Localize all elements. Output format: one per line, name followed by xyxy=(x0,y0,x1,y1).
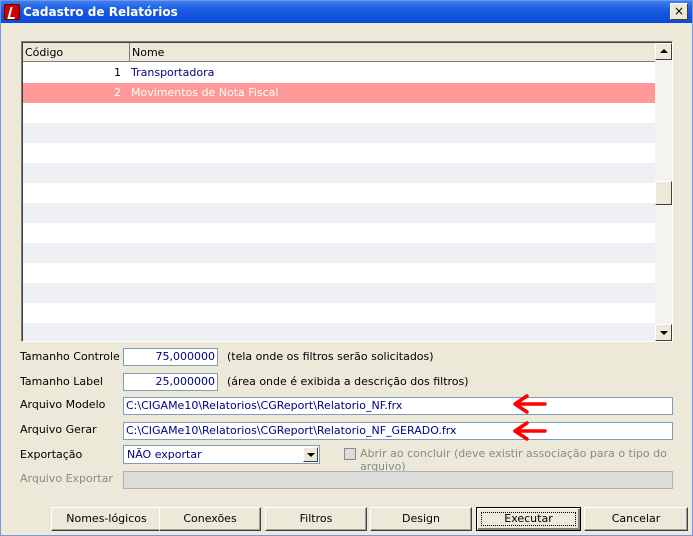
design-button[interactable]: Design xyxy=(370,507,472,531)
abrir-ao-concluir-checkbox[interactable] xyxy=(344,448,356,460)
empty-row xyxy=(23,303,657,323)
empty-row xyxy=(23,223,657,243)
annotation-arrow-modelo xyxy=(513,394,547,414)
conexoes-button-label: Conexões xyxy=(183,512,237,525)
exportacao-label: Exportação xyxy=(20,448,83,461)
empty-row xyxy=(23,263,657,283)
executar-button-label: Executar xyxy=(504,512,553,525)
reports-grid[interactable]: Código Nome 1 Transportadora 2 Movimentos d… xyxy=(21,41,673,342)
empty-row xyxy=(23,143,657,163)
arrow-down-icon xyxy=(660,331,668,335)
abrir-ao-concluir-label: Abrir ao concluir (deve existir associaç… xyxy=(360,447,667,473)
cancelar-button[interactable]: Cancelar xyxy=(584,507,688,531)
grid-header: Código Nome xyxy=(23,43,657,62)
nomes-logicos-button[interactable]: Nomes-lógicos xyxy=(51,507,162,531)
title-bar[interactable]: Cadastro de Relatórios × xyxy=(1,1,692,23)
row-nome: Movimentos de Nota Fiscal xyxy=(131,86,279,99)
arquivo-modelo-label: Arquivo Modelo xyxy=(20,398,106,411)
exportacao-selected-value: NÃO exportar xyxy=(127,448,202,461)
empty-row xyxy=(23,203,657,223)
scroll-thumb[interactable] xyxy=(655,181,672,205)
empty-row xyxy=(23,283,657,303)
column-header-nome[interactable]: Nome xyxy=(130,43,657,62)
empty-row xyxy=(23,243,657,263)
tamanho-controle-note: (tela onde os filtros serão solicitados) xyxy=(227,350,434,363)
column-header-codigo[interactable]: Código xyxy=(23,43,130,62)
filtros-button-label: Filtros xyxy=(299,512,333,525)
executar-button[interactable]: Executar xyxy=(476,507,581,531)
close-button[interactable]: × xyxy=(670,3,688,20)
tamanho-label-note: (área onde é exibida a descrição dos fil… xyxy=(227,375,469,388)
arquivo-exportar-input[interactable] xyxy=(123,471,673,489)
app-icon xyxy=(4,4,20,20)
grid-rows: 1 Transportadora 2 Movimentos de Nota Fisca… xyxy=(23,63,657,341)
annotation-arrow-gerar xyxy=(513,421,547,441)
tamanho-controle-input[interactable]: 75,000000 xyxy=(123,348,218,366)
empty-row xyxy=(23,183,657,203)
exportacao-dropdown-button[interactable] xyxy=(303,447,318,462)
tamanho-controle-label: Tamanho Controle xyxy=(20,350,120,363)
row-codigo: 1 xyxy=(114,66,121,79)
tamanho-label-label: Tamanho Label xyxy=(20,375,103,388)
exportacao-select[interactable]: NÃO exportar xyxy=(123,445,320,464)
empty-row xyxy=(23,103,657,123)
scroll-down-button[interactable] xyxy=(655,324,672,341)
arrow-up-icon xyxy=(660,49,668,53)
window-title: Cadastro de Relatórios xyxy=(23,5,178,19)
conexoes-button[interactable]: Conexões xyxy=(159,507,261,531)
vertical-scrollbar[interactable] xyxy=(655,43,672,341)
empty-row xyxy=(23,123,657,143)
arquivo-modelo-input[interactable]: C:\CIGAMe10\Relatorios\CGReport\Relatori… xyxy=(123,397,673,415)
nomes-logicos-button-label: Nomes-lógicos xyxy=(66,512,147,525)
arquivo-exportar-label: Arquivo Exportar xyxy=(20,472,113,485)
empty-row xyxy=(23,323,657,341)
table-row[interactable]: 2 Movimentos de Nota Fiscal xyxy=(23,83,657,103)
empty-row xyxy=(23,163,657,183)
report-registration-window: Cadastro de Relatórios × Código Nome 1 Tr… xyxy=(0,0,693,536)
row-codigo: 2 xyxy=(114,86,121,99)
arquivo-gerar-label: Arquivo Gerar xyxy=(20,423,97,436)
tamanho-label-input[interactable]: 25,000000 xyxy=(123,373,218,391)
arquivo-gerar-input[interactable]: C:\CIGAMe10\Relatorios\CGReport\Relatori… xyxy=(123,422,673,440)
table-row[interactable]: 1 Transportadora xyxy=(23,63,657,83)
scroll-up-button[interactable] xyxy=(655,43,672,60)
filtros-button[interactable]: Filtros xyxy=(265,507,367,531)
design-button-label: Design xyxy=(402,512,440,525)
chevron-down-icon xyxy=(307,453,315,457)
row-nome: Transportadora xyxy=(131,66,215,79)
cancelar-button-label: Cancelar xyxy=(611,512,661,525)
